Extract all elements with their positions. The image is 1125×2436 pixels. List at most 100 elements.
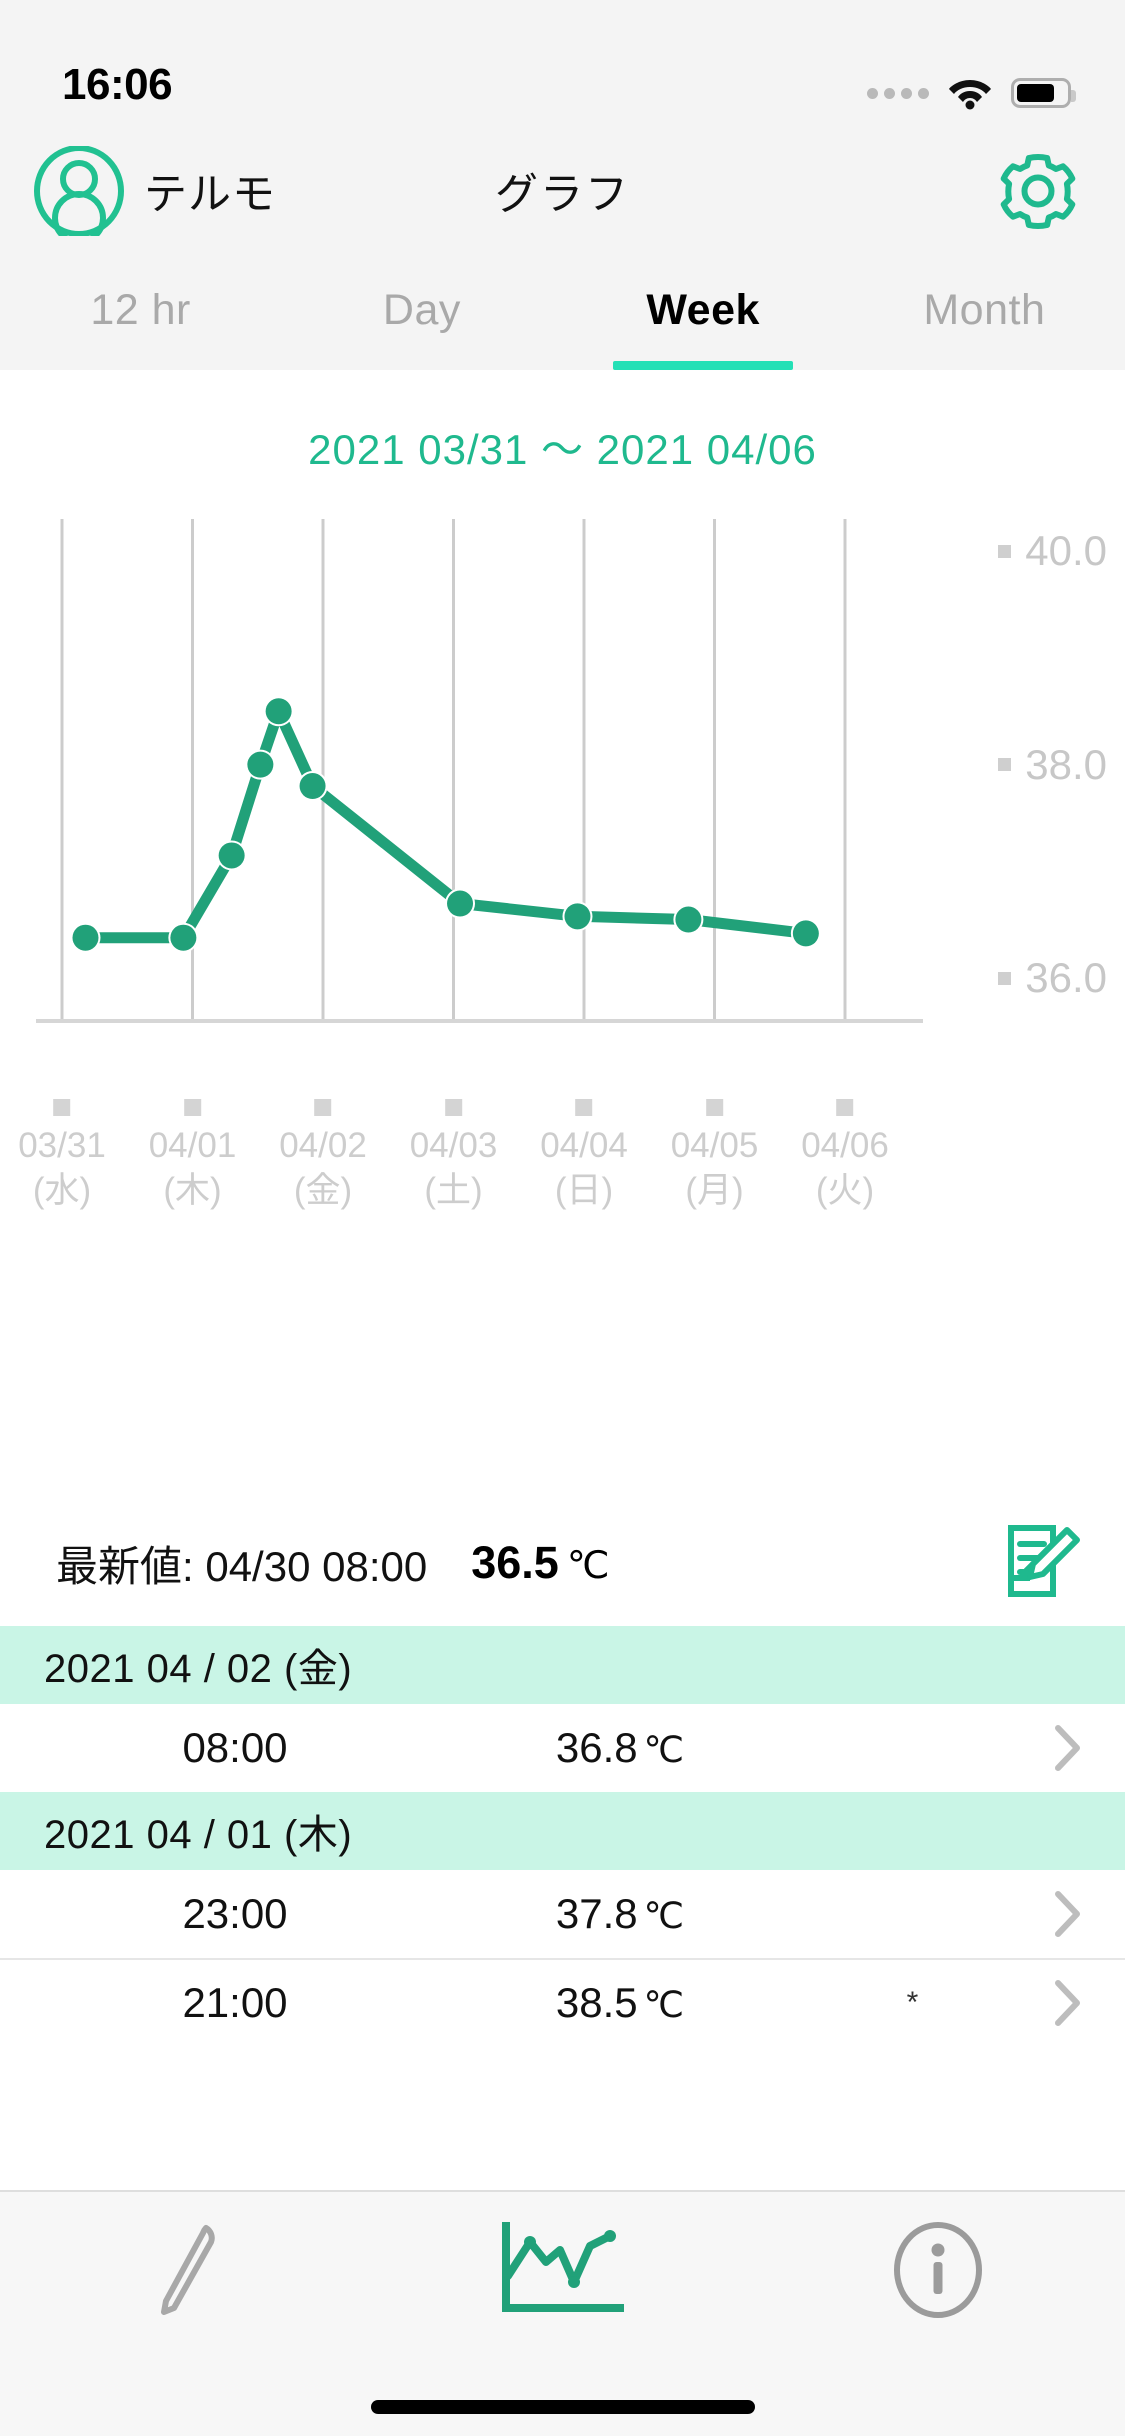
x-tick-marker <box>575 1099 593 1116</box>
list-item-time: 08:00 <box>182 1724 288 1771</box>
chart-plot-area[interactable]: 36.0 38.0 40.0 <box>0 505 1125 1095</box>
list-item-temperature: 38.5 ℃ <box>470 1979 770 2027</box>
gear-icon[interactable] <box>995 148 1081 234</box>
profile-button[interactable]: テルモ <box>34 145 276 245</box>
list-item-time: 23:00 <box>182 1890 288 1937</box>
bottom-nav-info[interactable] <box>750 2214 1125 2330</box>
info-circle-icon <box>888 2220 988 2325</box>
chart-line-icon <box>498 2220 628 2325</box>
memo-edit-icon[interactable] <box>1003 1522 1085 1604</box>
tab-12hr-label: 12 hr <box>90 285 191 334</box>
y-axis-tick-36.0: 36.0 <box>998 954 1107 1002</box>
tab-month-label: Month <box>923 285 1046 334</box>
bottom-nav-pencil[interactable] <box>0 2214 375 2330</box>
y-tick-label: 40.0 <box>1025 527 1107 575</box>
battery-icon <box>1011 78 1076 108</box>
x-tick-date: 04/01 <box>148 1126 237 1165</box>
tab-week[interactable]: Week <box>563 250 844 370</box>
list-item-temperature: 36.8 ℃ <box>470 1724 770 1772</box>
x-tick-weekday: (水) <box>32 1170 92 1210</box>
nav-header: テルモ グラフ <box>0 132 1125 250</box>
tab-week-label: Week <box>646 285 760 334</box>
list-item-note-marker: * <box>906 1986 919 2019</box>
tab-month[interactable]: Month <box>844 250 1125 370</box>
tab-day-label: Day <box>382 285 461 334</box>
latest-label-text: 最新値: <box>56 1542 194 1590</box>
list-item-temp-value: 36.8 <box>555 1724 638 1771</box>
bottom-nav-chart[interactable] <box>375 2214 750 2330</box>
x-tick-date: 04/02 <box>279 1126 367 1165</box>
app-root: 16:06 テルモ グラフ 12 hr Day Week Month 2021 … <box>0 0 1125 2436</box>
list-item-temp-unit: ℃ <box>643 1895 685 1936</box>
x-tick-marker <box>53 1099 71 1116</box>
profile-name: テルモ <box>144 171 276 219</box>
list-item-temp-unit: ℃ <box>643 1984 685 2025</box>
x-tick-marker <box>836 1099 854 1116</box>
x-axis-tick-04-05: 04/05 (月) <box>670 1099 759 1214</box>
x-tick-weekday: (木) <box>163 1170 222 1210</box>
avatar-icon <box>34 145 124 245</box>
x-tick-weekday: (土) <box>424 1170 483 1210</box>
latest-temperature: 36.5 ℃ <box>471 1537 609 1589</box>
y-tick-label: 36.0 <box>1025 954 1107 1002</box>
tab-day[interactable]: Day <box>281 250 562 370</box>
list-item-temp-unit: ℃ <box>643 1729 685 1770</box>
latest-temp-unit: ℃ <box>566 1545 610 1587</box>
chart-y-axis: 36.0 38.0 40.0 <box>937 505 1107 1095</box>
x-axis-tick-03-31: 03/31 (水) <box>18 1099 106 1214</box>
list-item-temp-value: 37.8 <box>555 1890 638 1937</box>
x-tick-weekday: (日) <box>554 1170 614 1210</box>
pencil-icon <box>152 2220 224 2325</box>
x-tick-marker <box>184 1099 201 1116</box>
record-list: 2021 04 / 02 (金) 08:00 36.8 ℃ 2021 04 / 01 (… <box>0 1626 1125 2190</box>
x-axis-tick-04-01: 04/01 (木) <box>148 1099 237 1214</box>
chevron-right-icon[interactable] <box>1055 1891 1081 1937</box>
x-tick-date: 04/03 <box>409 1126 498 1165</box>
home-indicator <box>370 2400 755 2414</box>
y-tick-marker <box>998 971 1012 985</box>
list-item[interactable]: 21:00 38.5 ℃ * <box>0 1958 1125 2046</box>
y-tick-label: 38.0 <box>1025 740 1107 788</box>
x-axis-tick-04-04: 04/04 (日) <box>540 1099 628 1214</box>
list-item-temperature: 37.8 ℃ <box>470 1890 770 1938</box>
status-bar-indicators <box>867 76 1076 110</box>
wifi-icon <box>947 76 993 110</box>
group-header-date: 2021 04 / 01 (木) <box>44 1813 353 1857</box>
x-tick-marker <box>445 1099 462 1116</box>
status-bar: 16:06 <box>0 0 1125 132</box>
status-bar-time: 16:06 <box>62 60 173 109</box>
bottom-tab-bar <box>0 2190 1125 2436</box>
latest-temp-value: 36.5 <box>471 1537 559 1588</box>
period-tabs: 12 hr Day Week Month <box>0 250 1125 370</box>
x-tick-weekday: (月) <box>685 1170 744 1210</box>
latest-value-row: 最新値: 04/30 08:00 36.5 ℃ <box>0 1500 1125 1626</box>
x-tick-marker <box>314 1099 332 1116</box>
x-axis-tick-04-03: 04/03 (土) <box>409 1099 498 1214</box>
x-tick-weekday: (火) <box>815 1170 875 1210</box>
latest-datetime: 04/30 08:00 <box>205 1542 428 1590</box>
y-tick-marker <box>998 758 1012 772</box>
x-axis-tick-04-02: 04/02 (金) <box>279 1099 367 1214</box>
x-tick-date: 04/04 <box>540 1126 628 1165</box>
chevron-right-icon[interactable] <box>1055 1725 1081 1771</box>
y-axis-tick-40.0: 40.0 <box>998 527 1107 575</box>
signal-dots-icon <box>867 87 929 99</box>
group-header-date: 2021 04 / 02 (金) <box>44 1647 353 1691</box>
y-tick-marker <box>998 544 1012 558</box>
chart-date-range: 2021 03/31 ～ 2021 04/06 <box>308 426 817 473</box>
y-axis-tick-38.0: 38.0 <box>998 741 1107 789</box>
list-item[interactable]: 23:00 37.8 ℃ <box>0 1870 1125 1958</box>
chart-panel: 2021 03/31 ～ 2021 04/06 36.0 38.0 40.0 03/… <box>0 370 1125 1500</box>
x-tick-date: 04/06 <box>801 1126 889 1165</box>
x-tick-weekday: (金) <box>293 1170 353 1210</box>
list-group-header: 2021 04 / 01 (木) <box>0 1792 1125 1870</box>
x-tick-date: 03/31 <box>18 1126 106 1165</box>
x-tick-date: 04/05 <box>670 1126 759 1165</box>
chart-x-axis: 03/31 (水) 04/01 (木) 04/02 (金) 04/03 (土) 04/04 (日)… <box>0 1099 1125 1229</box>
latest-value-label: 最新値: 04/30 08:00 <box>56 1533 427 1594</box>
list-item[interactable]: 08:00 36.8 ℃ <box>0 1704 1125 1792</box>
chevron-right-icon[interactable] <box>1055 1980 1081 2026</box>
list-item-temp-value: 38.5 <box>555 1979 638 2026</box>
list-item-time: 21:00 <box>182 1979 288 2026</box>
tab-12hr[interactable]: 12 hr <box>0 250 281 370</box>
